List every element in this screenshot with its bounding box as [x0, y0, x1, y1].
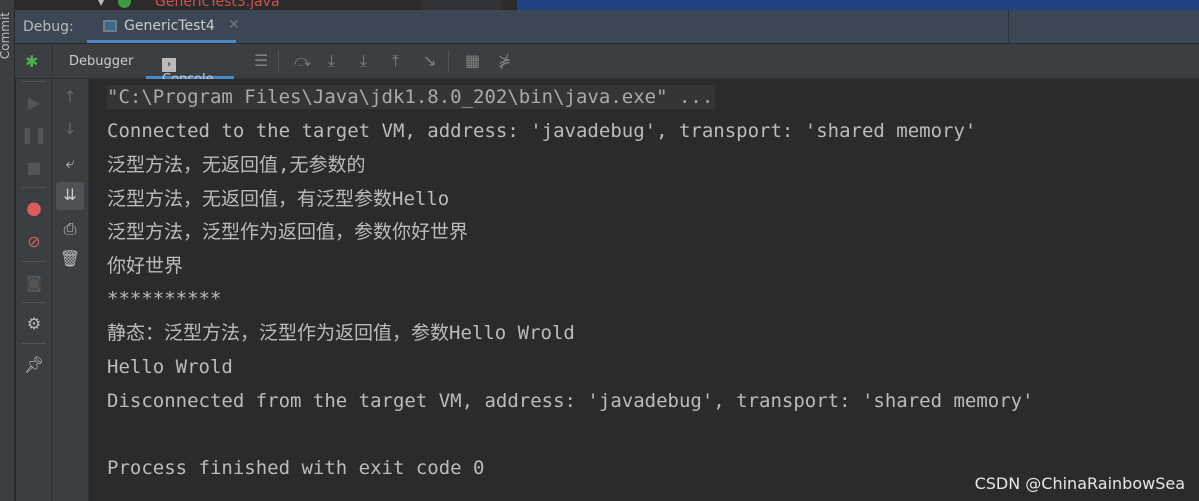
debug-header: Debug: GenericTest4 ✕: [15, 10, 1199, 44]
left-tool-strip: Commit: [0, 0, 15, 501]
step-into-icon[interactable]: ⤓: [328, 51, 335, 71]
resume-icon[interactable]: ▶: [16, 93, 52, 112]
pause-icon[interactable]: ❚❚: [16, 125, 52, 144]
editor-file-name[interactable]: GenericTest3.java: [155, 0, 280, 10]
divider: [22, 187, 46, 188]
settings-icon[interactable]: ⚙: [16, 314, 52, 333]
interface-icon: [118, 0, 131, 8]
console-line: Connected to the target VM, address: 'ja…: [107, 120, 977, 142]
debug-actions-column: ▶ ❚❚ ■ ● ⊘ ◙ ⚙ 📌︎: [16, 79, 52, 501]
trace-stream-icon[interactable]: ⋡: [498, 51, 511, 70]
trash-icon[interactable]: 🗑︎: [52, 249, 88, 268]
gutter: [422, 0, 502, 10]
session-tab-label: GenericTest4: [124, 18, 215, 34]
bug-icon: ✱: [25, 52, 39, 71]
debug-toolbar: ✱ Debugger ›Console ☰ ⤼ ⤓ ⤓ ⤒ ↘ ▦ ⋡: [15, 44, 1199, 87]
mute-breakpoints-icon[interactable]: ⊘: [16, 232, 52, 251]
divider: [278, 50, 279, 72]
view-breakpoints-icon[interactable]: ●: [16, 198, 52, 219]
console-actions-column: ↑ ↓ ⤶ ⇊ ⎙ 🗑︎: [52, 79, 89, 501]
window-icon: [103, 20, 117, 32]
console-line: 泛型方法，无返回值,无参数的: [107, 154, 366, 176]
down-arrow-icon[interactable]: ↓: [52, 119, 88, 138]
console-line: Process finished with exit code 0: [107, 457, 485, 479]
console-line: Hello Wrold: [107, 356, 233, 378]
pin-icon[interactable]: 📌︎: [16, 355, 52, 374]
session-tab[interactable]: GenericTest4 ✕: [87, 10, 240, 43]
console-line: 泛型方法，无返回值，有泛型参数Hello: [107, 188, 450, 210]
divider: [22, 302, 46, 303]
force-step-into-icon[interactable]: ⤓: [360, 51, 367, 71]
stop-icon[interactable]: ■: [16, 158, 52, 177]
evaluate-expression-icon[interactable]: ▦: [465, 51, 480, 70]
divider: [22, 343, 46, 344]
console-line: 你好世界: [107, 255, 184, 277]
divider: [22, 261, 46, 262]
divider: [1008, 10, 1009, 44]
layout-menu-icon[interactable]: ☰: [254, 51, 268, 70]
close-icon[interactable]: ✕: [228, 17, 240, 33]
console-line: **********: [107, 288, 222, 310]
scroll-to-end-icon[interactable]: ⇊: [56, 182, 84, 210]
up-arrow-icon[interactable]: ↑: [52, 87, 88, 106]
tab-console[interactable]: ›Console: [146, 44, 234, 87]
tab-debugger-label: Debugger: [69, 54, 134, 69]
selection-highlight: [517, 0, 1199, 10]
camera-icon[interactable]: ◙: [16, 273, 52, 292]
console-line: "C:\Program Files\Java\jdk1.8.0_202\bin\…: [107, 85, 716, 109]
divider: [22, 81, 46, 82]
step-out-icon[interactable]: ⤒: [392, 51, 399, 71]
print-icon[interactable]: ⎙: [52, 219, 88, 239]
editor-strip: ▼ GenericTest3.java: [0, 0, 1199, 10]
console-line: 静态：泛型方法，泛型作为返回值，参数Hello Wrold: [107, 322, 575, 344]
console-line: Disconnected from the target VM, address…: [107, 390, 1034, 412]
tab-debugger[interactable]: Debugger: [69, 44, 133, 79]
commit-tool-tab[interactable]: Commit: [0, 12, 12, 59]
divider: [448, 50, 449, 72]
console-icon: ›: [162, 58, 176, 72]
divider: [52, 44, 53, 79]
console-line: 泛型方法，泛型作为返回值，参数你好世界: [107, 221, 469, 243]
console-output[interactable]: "C:\Program Files\Java\jdk1.8.0_202\bin\…: [89, 79, 1199, 501]
step-over-icon[interactable]: ⤼: [294, 51, 311, 71]
watermark: CSDN @ChinaRainbowSea: [974, 474, 1185, 493]
soft-wrap-icon[interactable]: ⤶: [52, 153, 88, 173]
expand-arrow-icon[interactable]: ▼: [98, 0, 104, 7]
debug-label: Debug:: [23, 19, 74, 35]
run-to-cursor-icon[interactable]: ↘: [423, 51, 436, 70]
